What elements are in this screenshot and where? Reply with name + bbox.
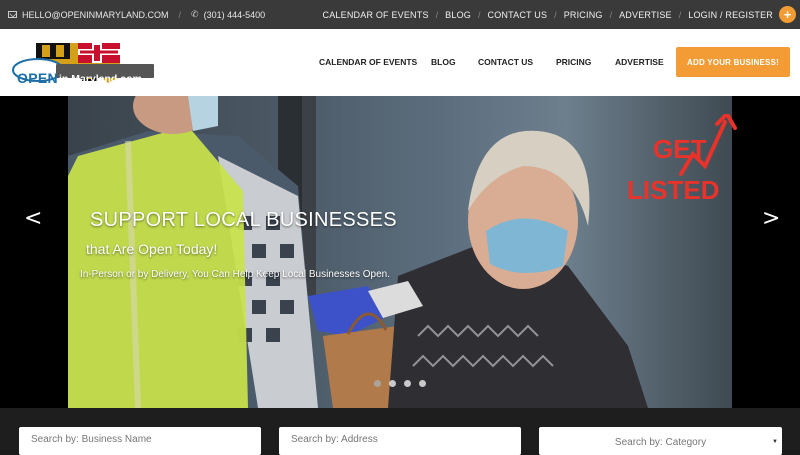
address-input[interactable]: Search by: Address [279, 427, 521, 455]
category-placeholder: Search by: Category [614, 437, 707, 448]
chevron-down-icon: ▼ [772, 439, 778, 445]
carousel-dot[interactable] [404, 380, 411, 387]
top-link-advertise[interactable]: ADVERTISE [619, 10, 672, 20]
hero-title: SUPPORT LOCAL BUSINESSES [90, 209, 397, 231]
carousel-dot[interactable] [419, 380, 426, 387]
carousel-next-arrow[interactable]: > [762, 206, 780, 231]
nav-pricing[interactable]: PRICING [556, 57, 591, 67]
top-link-calendar[interactable]: CALENDAR OF EVENTS [323, 10, 429, 20]
business-name-input[interactable]: Search by: Business Name [19, 427, 261, 455]
site-logo[interactable]: OPEN in Maryland.com [12, 37, 157, 89]
hero-subtitle: that Are Open Today! [86, 241, 218, 257]
top-link-blog[interactable]: BLOG [445, 10, 471, 20]
phone-link[interactable]: ✆ (301) 444-5400 [191, 9, 265, 20]
email-link[interactable]: HELLO@OPENINMARYLAND.COM [8, 10, 169, 20]
logo-word-domain: in Maryland.com [59, 73, 142, 85]
category-select[interactable]: Search by: Category ▼ [539, 427, 782, 455]
business-name-placeholder: Search by: Business Name [31, 434, 152, 445]
nav-contact[interactable]: CONTACT US [478, 57, 533, 67]
nav-advertise[interactable]: ADVERTISE [615, 57, 664, 67]
divider: / [178, 9, 182, 20]
site-header: OPEN in Maryland.com CALENDAR OF EVENTS … [0, 29, 800, 96]
address-placeholder: Search by: Address [291, 434, 378, 445]
phone-text: (301) 444-5400 [203, 9, 266, 20]
top-link-contact[interactable]: CONTACT US [488, 10, 548, 20]
add-business-button[interactable]: ADD YOUR BUSINESS! [676, 47, 790, 77]
carousel-dot[interactable] [374, 380, 381, 387]
plus-icon[interactable]: + [779, 6, 796, 23]
divider: / [477, 9, 481, 20]
listed-word: LISTED [627, 175, 719, 205]
divider: / [678, 9, 682, 20]
top-bar: HELLO@OPENINMARYLAND.COM / ✆ (301) 444-5… [0, 0, 800, 29]
search-band: Search by: Business Name Search by: Addr… [0, 408, 800, 455]
hero-carousel: < > SUPPORT LOCAL BUSINESSES that Are Op… [0, 96, 800, 408]
email-text: HELLO@OPENINMARYLAND.COM [22, 9, 169, 20]
divider: / [554, 9, 557, 20]
divider: / [609, 9, 613, 20]
top-link-login[interactable]: LOGIN / REGISTER [688, 10, 773, 20]
hero-tagline: In-Person or by Delivery, You Can Help K… [80, 269, 390, 280]
mail-icon [8, 11, 17, 18]
top-link-pricing[interactable]: PRICING [564, 10, 603, 20]
nav-calendar[interactable]: CALENDAR OF EVENTS [319, 57, 417, 67]
carousel-prev-arrow[interactable]: < [24, 206, 42, 231]
get-word: GET [653, 134, 707, 164]
divider: / [435, 9, 439, 20]
get-listed-annotation: GET LISTED [627, 114, 737, 205]
nav-blog[interactable]: BLOG [431, 57, 456, 67]
logo-word-open: OPEN [17, 70, 58, 86]
phone-icon: ✆ [191, 9, 199, 19]
carousel-dot[interactable] [389, 380, 396, 387]
carousel-dots [374, 380, 426, 387]
